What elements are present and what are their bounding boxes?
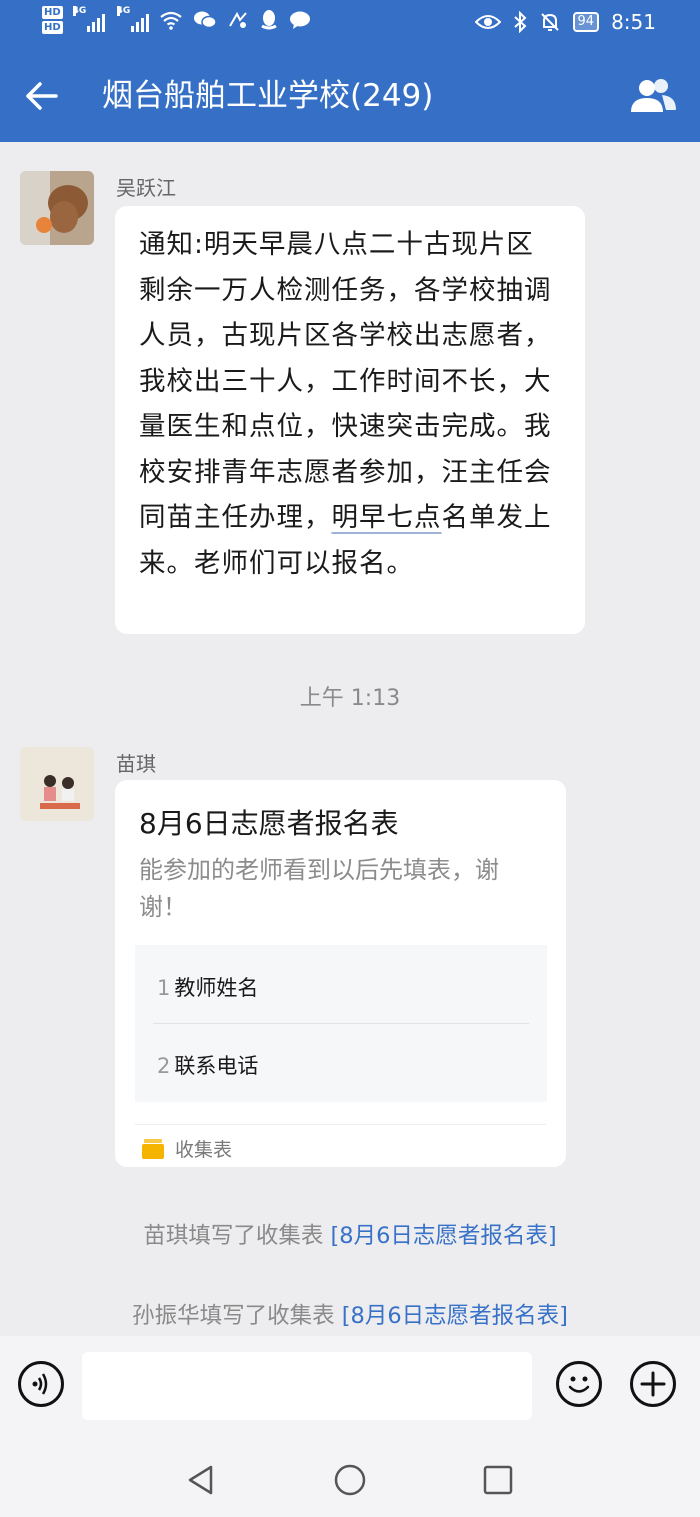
input-bar	[0, 1336, 700, 1440]
folder-icon	[142, 1138, 164, 1159]
nav-recents-icon[interactable]	[480, 1462, 516, 1498]
nav-home-icon[interactable]	[332, 1462, 368, 1498]
nav-bar	[0, 1440, 700, 1517]
plus-button[interactable]	[630, 1361, 676, 1407]
emoji-button[interactable]	[556, 1361, 602, 1407]
net-type-1: 4G	[72, 6, 87, 16]
wechat-icon	[193, 11, 217, 29]
net-type-2: 4G	[116, 6, 131, 16]
plus-icon	[640, 1371, 666, 1397]
field-label: 教师姓名	[174, 976, 259, 1000]
system-message: 孙振华填写了收集表 [8月6日志愿者报名表]	[0, 1298, 700, 1330]
form-fields: 1 教师姓名 2 联系电话	[135, 945, 547, 1102]
message-text-part: 通知:明天早晨八点二十古现片区剩余一万人检测任务，各学校抽调人员，古现片区各学校…	[139, 229, 552, 533]
qq-icon	[260, 10, 277, 30]
system-text: 孙振华填写了收集表	[132, 1303, 342, 1329]
group-title: 烟台船舶工业学校(249)	[102, 78, 434, 114]
status-bar: HD HD 4G 4G 94 8:51	[0, 0, 700, 50]
card-type: 收集表	[141, 1135, 232, 1162]
kids-avatar-icon	[20, 747, 94, 821]
form-link[interactable]: [8月6日志愿者报名表]	[330, 1223, 556, 1249]
hd-badge-1: HD	[42, 6, 63, 19]
card-divider	[135, 1124, 546, 1125]
voice-icon	[32, 1373, 48, 1395]
message-text: 通知:明天早晨八点二十古现片区剩余一万人检测任务，各学校抽调人员，古现片区各学校…	[115, 206, 585, 586]
message-bubble[interactable]: 通知:明天早晨八点二十古现片区剩余一万人检测任务，各学校抽调人员，古现片区各学校…	[115, 206, 585, 634]
status-time: 8:51	[611, 10, 656, 34]
mute-icon	[540, 13, 559, 31]
form-card[interactable]: 8月6日志愿者报名表 能参加的老师看到以后先填表，谢谢！ 1 教师姓名 2 联系电话…	[115, 780, 566, 1167]
field-label: 联系电话	[174, 1054, 259, 1078]
system-text: 苗琪填写了收集表	[143, 1223, 331, 1249]
bluetooth-icon	[513, 11, 526, 33]
system-message: 苗琪填写了收集表 [8月6日志愿者报名表]	[0, 1218, 700, 1250]
status-right: 94 8:51	[474, 10, 656, 34]
hd-badge-2: HD	[42, 21, 63, 34]
form-link[interactable]: [8月6日志愿者报名表]	[342, 1303, 568, 1329]
group-members-icon[interactable]	[628, 76, 678, 116]
form-description: 能参加的老师看到以后先填表，谢谢！	[139, 856, 499, 921]
form-field: 1 教师姓名	[157, 972, 258, 1002]
voice-button[interactable]	[18, 1361, 64, 1407]
sender-name: 吴跃江	[116, 176, 176, 200]
field-divider	[153, 1023, 529, 1024]
sender-name: 苗琪	[116, 752, 156, 776]
message-underlined-text[interactable]: 明早七点	[332, 502, 442, 533]
form-title: 8月6日志愿者报名表	[139, 807, 399, 840]
signal-icon-2: 4G	[116, 6, 149, 32]
message-icon	[289, 11, 310, 29]
signal-icon-1: 4G	[72, 6, 105, 32]
avatar[interactable]	[20, 747, 94, 821]
emoji-icon	[568, 1376, 590, 1393]
eye-icon	[474, 15, 501, 29]
status-left: HD HD 4G 4G	[42, 6, 311, 34]
app-icon	[228, 11, 247, 28]
avatar[interactable]	[20, 171, 94, 245]
wifi-icon	[159, 11, 182, 30]
nav-back-icon[interactable]	[182, 1462, 218, 1498]
card-type-label: 收集表	[175, 1139, 233, 1161]
form-field: 2 联系电话	[157, 1050, 258, 1080]
message-input[interactable]	[82, 1352, 532, 1420]
hd-badges: HD HD	[42, 6, 63, 34]
timestamp: 上午 1:13	[299, 686, 401, 711]
field-number: 2	[157, 1054, 171, 1078]
chat-header: 烟台船舶工业学校(249)	[0, 50, 700, 142]
field-number: 1	[157, 976, 171, 1000]
back-arrow-icon[interactable]	[22, 76, 62, 116]
battery-level: 94	[572, 12, 600, 32]
dog-avatar-icon	[20, 171, 94, 245]
